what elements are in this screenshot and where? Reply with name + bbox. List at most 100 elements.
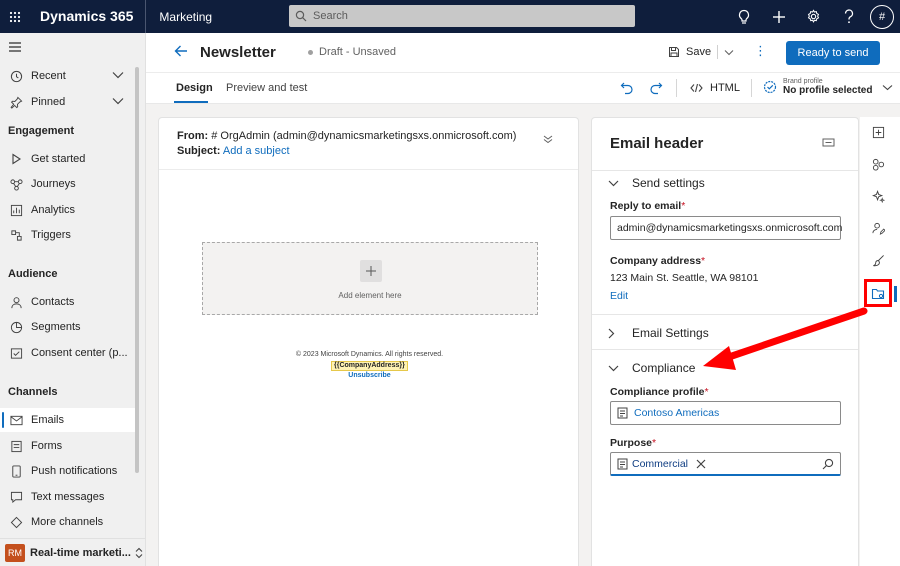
section-title: Compliance (632, 361, 696, 375)
sidebar-item-recent[interactable]: Recent (0, 64, 138, 88)
analytics-icon (8, 202, 24, 218)
from-line[interactable]: From: # OrgAdmin (admin@dynamicsmarketin… (177, 130, 516, 142)
drop-zone[interactable]: Add element here (202, 242, 538, 315)
reply-to-email-input[interactable]: admin@dynamicsmarketingsxs.onmicrosoft.c… (610, 216, 843, 240)
personalization-icon[interactable] (868, 218, 888, 238)
hamburger-menu-icon[interactable] (8, 41, 22, 56)
brand-badge-icon (763, 80, 777, 94)
sidebar-label: Contacts (31, 296, 75, 308)
brand-profile-selector[interactable]: Brand profile No profile selected (763, 78, 893, 96)
tab-preview-and-test[interactable]: Preview and test (226, 82, 307, 94)
compliance-profile-value[interactable]: Contoso Americas (634, 407, 719, 419)
add-element-icon[interactable] (868, 122, 888, 142)
sidebar-item-pinned[interactable]: Pinned (0, 90, 138, 114)
user-avatar[interactable]: # (870, 4, 894, 29)
save-button[interactable]: Save (668, 45, 734, 59)
sidebar-heading-channels: Channels (8, 386, 58, 398)
redo-icon[interactable] (649, 81, 663, 98)
sidebar-label: Triggers (31, 229, 71, 241)
area-switcher[interactable]: RM Real-time marketi... (0, 538, 145, 566)
ready-to-send-button[interactable]: Ready to send (786, 41, 880, 65)
sidebar-item-get-started[interactable]: Get started (0, 147, 138, 171)
section-email-settings[interactable]: Email Settings (608, 326, 709, 340)
sidebar-item-journeys[interactable]: Journeys (0, 172, 138, 196)
sidebar-item-segments[interactable]: Segments (0, 315, 138, 339)
search-input[interactable] (313, 10, 613, 22)
sidebar-scrollbar[interactable] (135, 67, 139, 473)
field-value: admin@dynamicsmarketingsxs.onmicrosoft.c… (617, 222, 843, 234)
help-question-icon[interactable] (831, 0, 866, 33)
section-send-settings[interactable]: Send settings (608, 176, 705, 190)
app-launcher-icon[interactable] (0, 0, 30, 33)
mail-icon (8, 412, 24, 428)
sidebar-label: Analytics (31, 204, 76, 216)
tab-design[interactable]: Design (176, 82, 213, 94)
sidebar-item-push-notifications[interactable]: Push notifications (0, 459, 138, 483)
styles-brush-icon[interactable] (868, 250, 888, 270)
content-blocks-icon[interactable] (868, 154, 888, 174)
search-icon (289, 10, 313, 22)
search-icon[interactable] (822, 458, 834, 473)
unsubscribe-link[interactable]: Unsubscribe (159, 372, 580, 379)
company-address-token[interactable]: {{CompanyAddress}} (331, 361, 408, 371)
sidebar-label: Forms (31, 440, 63, 452)
reply-to-label: Reply to email* (610, 200, 685, 212)
rail-selected-indicator (894, 286, 897, 302)
app-name[interactable]: Marketing (146, 10, 212, 24)
chat-icon (8, 489, 24, 505)
sidebar-item-contacts[interactable]: Contacts (0, 290, 138, 314)
brand-name[interactable]: Dynamics 365 (30, 0, 147, 33)
required-mark: * (704, 386, 709, 398)
sidebar-heading-engagement: Engagement (8, 125, 75, 137)
field-label-text: Compliance profile (610, 386, 705, 398)
toolbar-divider (751, 79, 752, 97)
sidebar-label: More channels (31, 516, 104, 528)
chevron-down-icon[interactable] (112, 70, 124, 82)
panel-collapse-icon[interactable] (822, 138, 835, 150)
remove-close-icon[interactable] (696, 459, 706, 469)
section-compliance[interactable]: Compliance (608, 361, 695, 375)
required-mark: * (681, 200, 686, 212)
sidebar-item-emails[interactable]: Emails (0, 408, 138, 432)
new-plus-icon[interactable] (761, 0, 796, 33)
sidebar-item-text-messages[interactable]: Text messages (0, 485, 138, 509)
lightbulb-icon[interactable] (726, 0, 761, 33)
panel-divider (592, 349, 858, 350)
chevron-down-icon[interactable] (112, 96, 124, 108)
global-search[interactable] (289, 5, 635, 27)
add-plus-icon[interactable] (360, 260, 382, 282)
record-icon (617, 407, 628, 419)
purpose-lookup[interactable]: Commercial (610, 452, 841, 476)
chevron-up-down-icon (135, 547, 143, 559)
save-divider (717, 45, 719, 59)
chevron-down-icon (882, 84, 893, 91)
play-icon (8, 151, 24, 167)
add-subject-link[interactable]: Add a subject (223, 145, 290, 157)
chevrons-collapse-icon[interactable] (543, 134, 553, 147)
sparkle-copilot-icon[interactable] (868, 186, 888, 206)
more-channels-icon (8, 514, 24, 530)
back-arrow-icon[interactable] (174, 44, 188, 61)
chevron-down-icon[interactable] (724, 49, 734, 56)
sidebar-label: Recent (31, 70, 66, 82)
sidebar-label: Text messages (31, 491, 105, 503)
html-button[interactable]: HTML (690, 82, 740, 94)
panel-title: Email header (610, 135, 704, 152)
chevron-down-icon (608, 365, 622, 372)
sidebar-item-analytics[interactable]: Analytics (0, 198, 138, 222)
undo-icon[interactable] (620, 81, 634, 98)
compliance-profile-lookup[interactable]: Contoso Americas (610, 401, 841, 425)
edit-address-link[interactable]: Edit (610, 290, 628, 302)
sidebar-item-forms[interactable]: Forms (0, 434, 138, 458)
sidebar-item-consent-center[interactable]: Consent center (p... (0, 341, 138, 365)
person-icon (8, 294, 24, 310)
top-icons: # (726, 0, 900, 33)
settings-gear-icon[interactable] (796, 0, 831, 33)
phone-icon (8, 463, 24, 479)
sidebar-item-more-channels[interactable]: More channels (0, 510, 138, 534)
area-badge: RM (5, 543, 25, 562)
sidebar-item-triggers[interactable]: Triggers (0, 223, 138, 247)
save-label: Save (686, 46, 712, 58)
header-divider (159, 169, 578, 170)
more-options-icon[interactable]: ⋮ (754, 43, 767, 59)
